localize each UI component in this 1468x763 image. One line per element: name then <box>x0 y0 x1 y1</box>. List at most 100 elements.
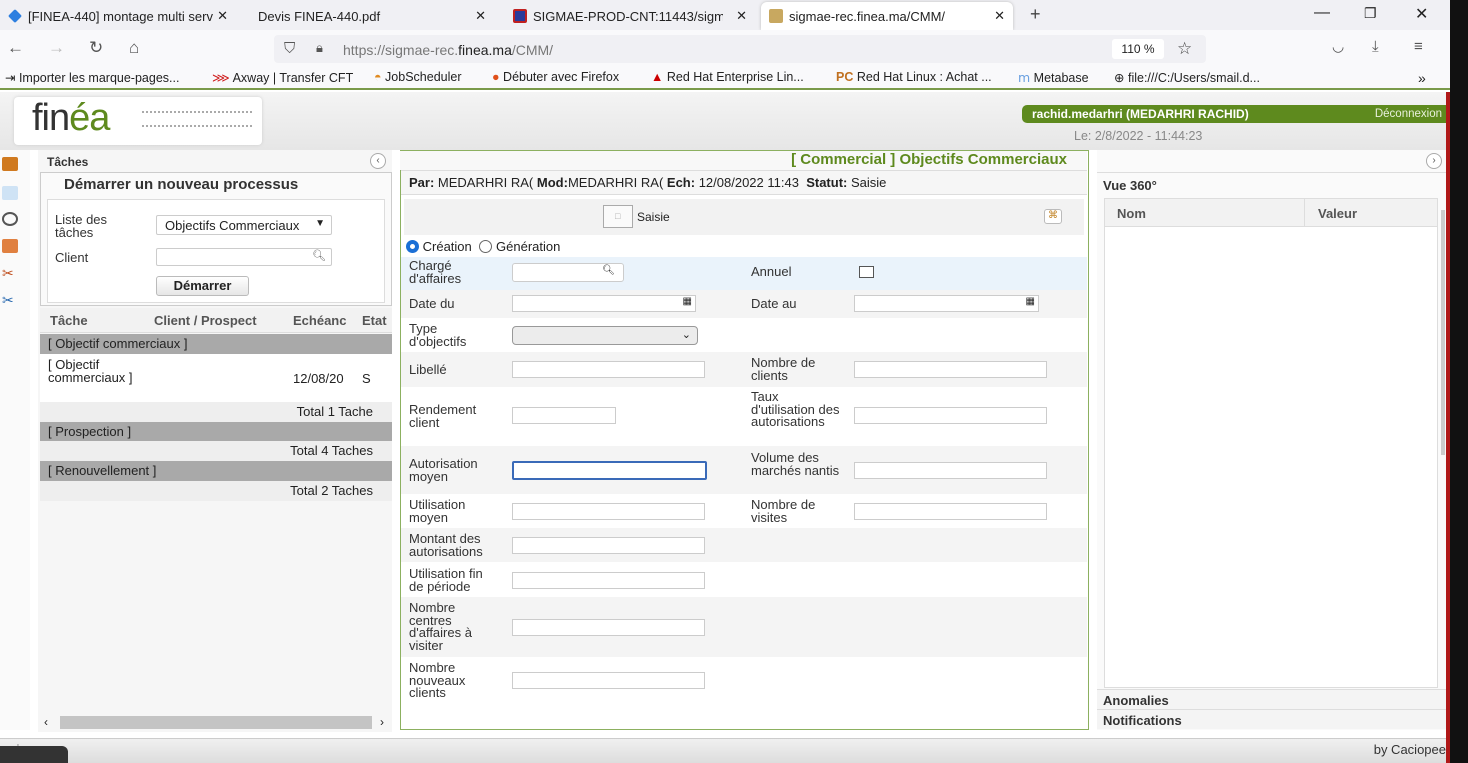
radio-creation[interactable]: Création <box>406 239 472 254</box>
montant-input[interactable] <box>512 537 705 554</box>
reload-icon[interactable]: ↻ <box>89 38 103 58</box>
radio-generation[interactable]: Génération <box>479 239 560 254</box>
close-tab-icon[interactable]: ✕ <box>736 8 747 24</box>
client-search-input[interactable]: 🔍︎ <box>156 248 332 266</box>
date-au-input[interactable]: ▦ <box>854 295 1039 312</box>
col-due[interactable]: Echéanc <box>293 313 353 328</box>
bookmark-axway[interactable]: ⋙ Axway | Transfer CFT <box>212 70 353 85</box>
col-state[interactable]: Etat <box>362 313 387 328</box>
expand-icon[interactable]: ⌘ <box>1044 209 1062 224</box>
group-objectif[interactable]: [ Objectif commerciaux ] <box>40 334 392 354</box>
bookmark-jobscheduler[interactable]: ◓ JobScheduler <box>374 70 462 84</box>
search-icon[interactable]: 🔍︎ <box>602 265 615 276</box>
folder-icon[interactable] <box>2 186 18 200</box>
home-icon[interactable]: ⌂ <box>129 38 139 58</box>
scroll-left-icon[interactable]: ‹ <box>44 715 48 729</box>
libelle-input[interactable] <box>512 361 705 378</box>
nb-centres-input[interactable] <box>512 619 705 636</box>
bookmark-metabase[interactable]: ⅿ Metabase <box>1018 70 1089 85</box>
volume-input[interactable] <box>854 462 1047 479</box>
nb-clients-label: Nombre de clients <box>751 355 816 383</box>
logout-link[interactable]: Déconnexion <box>1375 105 1442 123</box>
more-bookmarks-icon[interactable]: » <box>1418 70 1426 86</box>
user-bar: rachid.medarhri (MEDARHRI RACHID) Déconne… <box>1022 105 1446 123</box>
anomalies-section[interactable]: Anomalies <box>1097 689 1446 709</box>
pocket-icon[interactable]: ◡ <box>1332 38 1344 55</box>
col-client[interactable]: Client / Prospect <box>154 313 257 328</box>
calendar-icon[interactable]: ▦ <box>683 296 692 307</box>
close-window-icon[interactable]: ✕ <box>1415 4 1428 24</box>
bookmark-firefox[interactable]: ● Débuter avec Firefox <box>492 70 619 84</box>
form-row: Rendement client Taux d'utilisation des … <box>401 387 1087 446</box>
back-icon[interactable]: ← <box>7 38 24 58</box>
bookmark-file[interactable]: ⊕ file:///C:/Users/smail.d... <box>1114 70 1260 85</box>
close-tab-icon[interactable]: ✕ <box>475 8 486 24</box>
rendement-input[interactable] <box>512 407 616 424</box>
download-icon[interactable]: ⤓ <box>1372 38 1379 55</box>
footer: ersion by Caciopee <box>0 738 1446 763</box>
minimize-icon[interactable]: — <box>1314 4 1330 22</box>
zoom-level[interactable]: 110 % <box>1112 39 1164 59</box>
scroll-right-icon[interactable]: › <box>380 715 384 729</box>
utilisation-input[interactable] <box>512 503 705 520</box>
jira-icon <box>8 9 22 23</box>
bookmark-redhat[interactable]: ▲ Red Hat Enterprise Lin... <box>651 70 804 84</box>
utilisation-fin-input[interactable] <box>512 572 705 589</box>
side-icon-bar: ✂ ✂ <box>0 150 30 730</box>
collapse-right-icon[interactable]: › <box>1426 153 1442 169</box>
form-row: Autorisation moyen Volume des marchés na… <box>401 446 1087 494</box>
nb-clients-input[interactable] <box>854 361 1047 378</box>
form-row: Nombre centres d'affaires à visiter <box>401 597 1087 657</box>
tab-sigmae-prod[interactable]: SIGMAE-PROD-CNT:11443/sigm ✕ <box>505 2 755 30</box>
scroll-thumb[interactable] <box>60 716 372 729</box>
col-nom[interactable]: Nom <box>1117 206 1146 221</box>
nb-nouveaux-input[interactable] <box>512 672 705 689</box>
nb-visites-input[interactable] <box>854 503 1047 520</box>
home-icon[interactable] <box>2 157 18 171</box>
annuel-checkbox[interactable] <box>859 266 874 278</box>
close-tab-icon[interactable]: ✕ <box>217 8 228 24</box>
forward-icon[interactable]: → <box>48 38 65 58</box>
vertical-scrollbar[interactable] <box>1441 210 1445 455</box>
search-icon[interactable]: 🔍︎ <box>312 249 326 262</box>
steering-icon[interactable] <box>2 212 18 226</box>
notifications-section[interactable]: Notifications <box>1097 709 1446 729</box>
group-renouvellement[interactable]: [ Renouvellement ] <box>40 461 392 481</box>
type-objectifs-select[interactable]: ⌄ <box>512 326 698 345</box>
collapse-left-icon[interactable]: ‹ <box>370 153 386 169</box>
tab-finea-440[interactable]: [FINEA-440] montage multi serv ✕ <box>0 2 236 30</box>
session-date: Le: 2/8/2022 - 11:44:23 <box>1074 129 1203 143</box>
charge-affaires-input[interactable]: 🔍︎ <box>512 263 624 282</box>
url-text[interactable]: https://sigmae-rec.finea.ma/CMM/ <box>343 42 553 58</box>
jobscheduler-icon: ◓ <box>374 70 382 84</box>
form-title: [ Commercial ] Objectifs Commerciaux <box>400 151 1087 170</box>
logo-tagline <box>142 111 252 127</box>
site-icon <box>769 9 783 23</box>
task-list-select[interactable]: Objectifs Commerciaux ▼ <box>156 215 332 235</box>
new-tab-icon[interactable]: + <box>1030 4 1041 25</box>
saisie-action-button[interactable]: □ <box>603 205 633 228</box>
taux-input[interactable] <box>854 407 1047 424</box>
bookmark-import[interactable]: ⇥ Importer les marque-pages... <box>5 70 179 85</box>
bookmark-redhat-achat[interactable]: PC Red Hat Linux : Achat ... <box>836 70 992 84</box>
settings-tools-icon[interactable]: ✂ <box>2 292 14 309</box>
calendar-icon[interactable]: ▦ <box>1026 296 1035 307</box>
start-button[interactable]: Démarrer <box>156 276 249 296</box>
col-valeur[interactable]: Valeur <box>1318 206 1357 221</box>
group-prospection[interactable]: [ Prospection ] <box>40 422 392 442</box>
calendar-icon[interactable] <box>2 239 18 253</box>
tools-icon[interactable]: ✂ <box>2 265 14 282</box>
date-du-input[interactable]: ▦ <box>512 295 696 312</box>
horizontal-scrollbar[interactable]: ‹ › <box>40 714 392 732</box>
tab-devis-pdf[interactable]: Devis FINEA-440.pdf ✕ <box>250 2 494 30</box>
table-row[interactable]: [ Objectif commerciaux ] 12/08/20 S <box>40 354 392 402</box>
close-tab-icon[interactable]: ✕ <box>994 8 1005 24</box>
client-label: Client <box>55 250 89 265</box>
tab-sigmae-rec[interactable]: sigmae-rec.finea.ma/CMM/✕ <box>761 2 1013 30</box>
col-task[interactable]: Tâche <box>50 313 88 328</box>
autorisation-input[interactable] <box>512 461 707 480</box>
firefox-icon: ● <box>492 70 500 84</box>
restore-icon[interactable]: ❐ <box>1364 5 1377 22</box>
menu-icon[interactable]: ≡ <box>1414 38 1423 55</box>
bookmark-star-icon[interactable]: ☆ <box>1177 39 1192 59</box>
